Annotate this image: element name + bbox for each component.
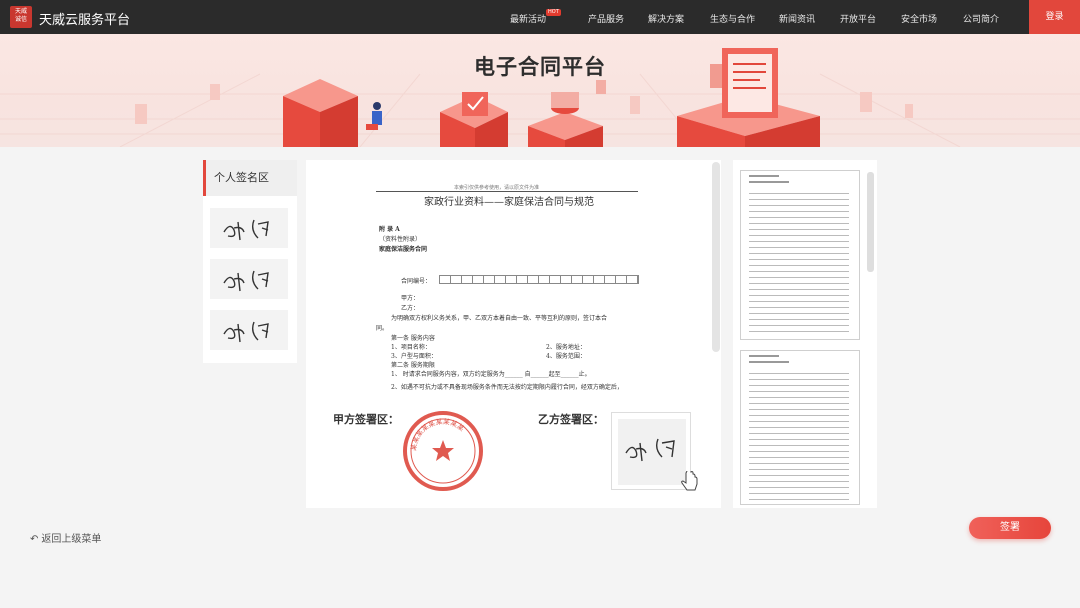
hot-badge: HOT xyxy=(546,9,561,16)
doc-line: 附 录 A xyxy=(379,226,400,233)
doc-item: 2、服务地址： xyxy=(546,344,586,351)
doc-top-note: 本索引仅供参考使用，请以原文件为准 xyxy=(454,185,540,191)
signature-image xyxy=(223,270,269,292)
back-arrow-icon: ↶ xyxy=(30,534,39,545)
login-button[interactable]: 登录 xyxy=(1029,0,1080,34)
nav-item-about[interactable]: 公司简介 xyxy=(963,12,999,25)
nav-item-security-market[interactable]: 安全市场 xyxy=(901,12,937,25)
doc-item: 1、项目名称： xyxy=(391,344,431,351)
doc-item: 3、户型与面积： xyxy=(391,353,437,360)
signature-panel-title: 个人签名区 xyxy=(203,160,297,196)
nav-item-news[interactable]: 新闻资讯 xyxy=(779,12,815,25)
doc-paragraph: 1、 时请求合同服务内容，双方约定服务为______ 自______起至____… xyxy=(391,371,591,378)
doc-title: 家政行业资料——家庭保洁合同与规范 xyxy=(424,197,594,208)
doc-item: 4、服务范围： xyxy=(546,353,586,360)
document-scrollbar[interactable] xyxy=(712,162,720,352)
doc-party-a: 甲方： xyxy=(401,295,420,302)
doc-contract-no-label: 合同编号： xyxy=(401,278,432,285)
company-logo[interactable]: 天威 诚信 xyxy=(10,6,32,28)
doc-line: 家庭保洁服务合同 xyxy=(379,246,428,253)
sign-button[interactable]: 签署 xyxy=(969,517,1051,539)
signature-option[interactable] xyxy=(210,259,288,299)
doc-line: （资料性附录） xyxy=(379,236,422,243)
nav-item-products[interactable]: 产品服务 xyxy=(588,12,624,25)
brand-name[interactable]: 天威云服务平台 xyxy=(39,9,130,28)
doc-section: 第一条 服务内容 xyxy=(391,335,435,342)
signature-option[interactable] xyxy=(210,208,288,248)
nav-item-solutions[interactable]: 解决方案 xyxy=(648,12,684,25)
page-thumbnails-panel xyxy=(733,160,877,508)
nav-item-open-platform[interactable]: 开放平台 xyxy=(840,12,876,25)
page-thumbnail[interactable] xyxy=(740,170,860,340)
nav-item-ecosystem[interactable]: 生态与合作 xyxy=(710,12,755,25)
party-a-sign-label: 甲方签署区： xyxy=(333,413,399,426)
doc-paragraph: 为明确双方权利义务关系，甲、乙双方本着自由一致、平等互利的原则，签订本合 xyxy=(391,315,608,322)
top-navigation-bar: 天威 诚信 天威云服务平台 最新活动 HOT 产品服务 解决方案 生态与合作 新闻… xyxy=(0,0,1080,34)
nav-item-latest[interactable]: 最新活动 xyxy=(510,12,546,25)
back-label: 返回上级菜单 xyxy=(41,534,102,545)
contract-number-boxes xyxy=(439,275,639,284)
back-link[interactable]: ↶ 返回上级菜单 xyxy=(30,530,101,545)
signature-panel: 个人签名区 xyxy=(203,160,297,363)
party-b-signature-box[interactable] xyxy=(611,412,698,491)
party-b-sign-label: 乙方签署区： xyxy=(538,413,604,426)
contract-page: 本索引仅供参考使用，请以原文件为准 家政行业资料——家庭保洁合同与规范 附 录 … xyxy=(306,160,712,392)
hero-banner: 电子合同平台 xyxy=(0,34,1080,147)
signature-image xyxy=(223,321,269,343)
page-thumbnail[interactable] xyxy=(740,350,860,505)
hand-cursor-icon xyxy=(681,471,698,491)
doc-party-b: 乙方： xyxy=(401,305,420,312)
thumbnails-scrollbar[interactable] xyxy=(867,172,874,272)
company-seal-stamp: 某某某某某某某某某 xyxy=(403,411,483,491)
page-title: 电子合同平台 xyxy=(474,55,606,79)
signature-image xyxy=(223,219,269,241)
doc-paragraph: 同。 xyxy=(376,325,389,332)
doc-section: 第二条 服务期限 xyxy=(391,362,435,369)
signature-option[interactable] xyxy=(210,310,288,350)
signing-area: 甲方签署区： 某某某某某某某某某 乙方签署区： xyxy=(306,392,721,508)
doc-paragraph: 2、如遇不可抗力或不具备现场服务条件而无法按约定期限内履行合同，经双方确定后， xyxy=(391,384,623,391)
